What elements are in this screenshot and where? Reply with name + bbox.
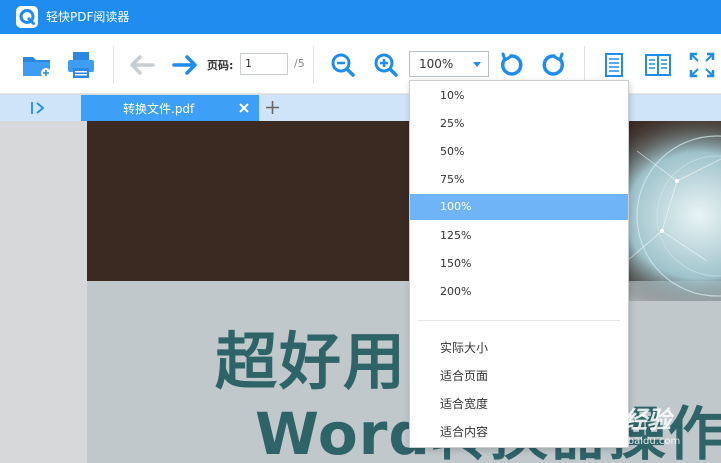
- arrow-left-icon[interactable]: [125, 48, 159, 82]
- zoom-option-10[interactable]: 10%: [410, 83, 628, 109]
- app-logo-icon: [16, 6, 38, 28]
- toolbar-separator: [584, 46, 585, 84]
- page-total: /5: [294, 57, 305, 70]
- zoom-option-125[interactable]: 125%: [410, 223, 628, 249]
- zoom-value: 100%: [419, 57, 454, 71]
- arrow-right-icon[interactable]: [168, 48, 202, 82]
- rotate-right-icon[interactable]: [537, 48, 571, 82]
- toolbar-separator: [113, 46, 114, 84]
- tab-document[interactable]: 转换文件.pdf: [81, 95, 259, 121]
- plus-icon[interactable]: [265, 100, 280, 115]
- rotate-left-icon[interactable]: [494, 48, 528, 82]
- toolbar-separator: [313, 46, 314, 84]
- title-bar: 轻快PDF阅读器: [0, 0, 721, 34]
- close-icon[interactable]: [238, 102, 250, 114]
- open-folder-icon[interactable]: [20, 48, 54, 82]
- sidebar-toggle-icon[interactable]: [30, 101, 46, 115]
- zoom-option-200[interactable]: 200%: [410, 279, 628, 305]
- zoom-in-icon[interactable]: [369, 48, 403, 82]
- two-page-icon[interactable]: [641, 48, 675, 82]
- menu-divider: [418, 320, 620, 321]
- zoom-option-75[interactable]: 75%: [410, 167, 628, 193]
- zoom-option-25[interactable]: 25%: [410, 111, 628, 137]
- zoom-out-icon[interactable]: [326, 48, 360, 82]
- zoom-option-150[interactable]: 150%: [410, 251, 628, 277]
- zoom-option-fit-page[interactable]: 适合页面: [410, 363, 628, 389]
- page-number-input[interactable]: 1: [240, 53, 288, 75]
- fullscreen-icon[interactable]: [685, 48, 719, 82]
- zoom-dropdown-menu: 10% 25% 50% 75% 100% 125% 150% 200% 实际大小…: [409, 80, 629, 448]
- single-page-icon[interactable]: [597, 48, 631, 82]
- watermark-url: jingyan.baidu.com: [588, 436, 681, 447]
- chevron-down-icon[interactable]: [473, 62, 481, 67]
- page-label: 页码:: [207, 59, 234, 72]
- baidu-watermark: Bai 经验 jingyan.baidu.com: [552, 396, 721, 463]
- window-title: 轻快PDF阅读器: [46, 10, 130, 24]
- tab-label: 转换文件.pdf: [123, 102, 195, 116]
- zoom-option-actual-size[interactable]: 实际大小: [410, 335, 628, 361]
- zoom-option-50[interactable]: 50%: [410, 139, 628, 165]
- zoom-option-100[interactable]: 100%: [410, 194, 628, 220]
- print-icon[interactable]: [64, 48, 98, 82]
- watermark-text: Bai 经验: [572, 406, 672, 434]
- zoom-select[interactable]: 100%: [409, 51, 489, 77]
